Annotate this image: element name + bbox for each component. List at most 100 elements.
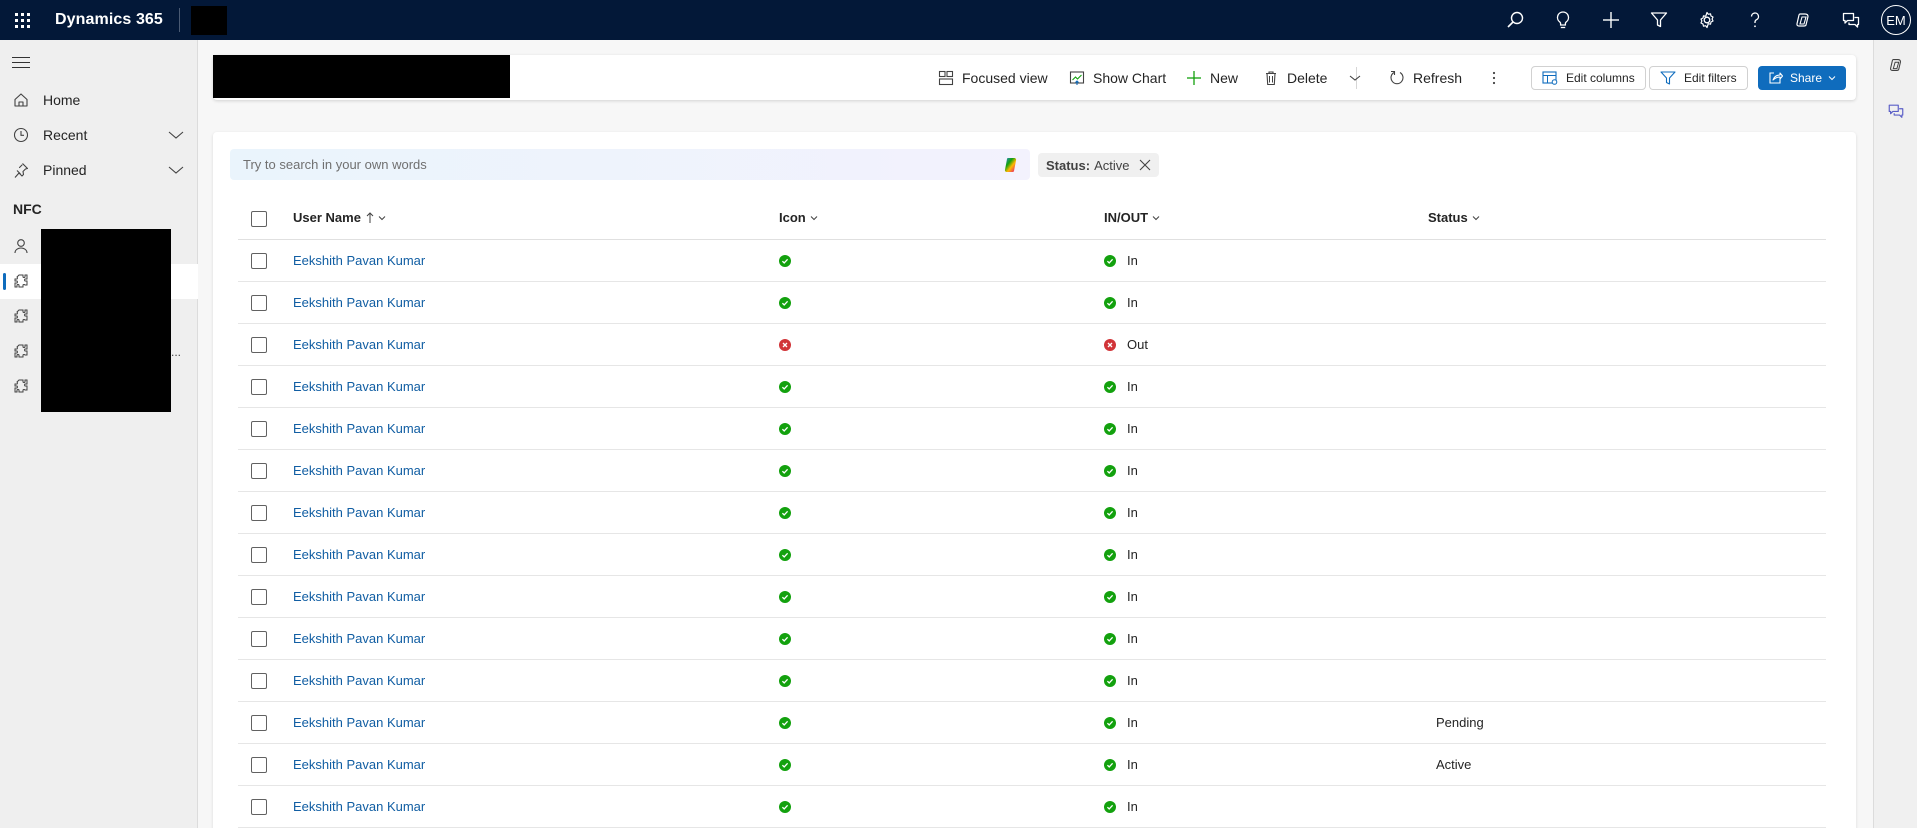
show-chart-button[interactable]: Show Chart xyxy=(1069,66,1166,90)
search-input[interactable] xyxy=(243,157,983,172)
in-out-cell: In xyxy=(1104,379,1138,394)
table-row[interactable]: Eekshith Pavan Kumar In xyxy=(238,450,1826,492)
table-row[interactable]: Eekshith Pavan Kumar In xyxy=(238,282,1826,324)
sidebar-item-recent[interactable]: Recent xyxy=(0,117,198,153)
check-circle-icon xyxy=(779,507,791,519)
check-circle-icon xyxy=(1104,380,1127,393)
copilot-icon[interactable] xyxy=(1887,56,1905,74)
user-name-link[interactable]: Eekshith Pavan Kumar xyxy=(293,463,425,478)
edit-columns-button[interactable]: Edit columns xyxy=(1531,66,1646,90)
row-checkbox[interactable] xyxy=(251,505,267,521)
user-name-link[interactable]: Eekshith Pavan Kumar xyxy=(293,799,425,814)
sidebar-item-label: Recent xyxy=(43,127,88,143)
advanced-filter-button[interactable] xyxy=(1635,0,1683,40)
row-checkbox[interactable] xyxy=(251,337,267,353)
new-button-global[interactable] xyxy=(1587,0,1635,40)
new-button[interactable]: New xyxy=(1186,66,1238,90)
user-avatar[interactable]: EM xyxy=(1881,5,1911,35)
row-checkbox[interactable] xyxy=(251,253,267,269)
hamburger-menu-button[interactable] xyxy=(12,57,30,72)
table-row[interactable]: Eekshith Pavan Kumar In xyxy=(238,492,1826,534)
delete-button[interactable]: Delete xyxy=(1263,66,1327,90)
table-row[interactable]: Eekshith Pavan Kumar In xyxy=(238,366,1826,408)
copilot-search-icon[interactable] xyxy=(1002,156,1020,174)
row-checkbox[interactable] xyxy=(251,463,267,479)
app-title[interactable]: Dynamics 365 xyxy=(55,11,163,29)
chevron-down-icon[interactable] xyxy=(168,128,184,144)
pin-icon xyxy=(13,162,29,178)
user-name-link[interactable]: Eekshith Pavan Kumar xyxy=(293,757,425,772)
help-button[interactable] xyxy=(1731,0,1779,40)
copilot-button[interactable] xyxy=(1779,0,1827,40)
chat-button[interactable] xyxy=(1827,0,1875,40)
more-options-button[interactable] xyxy=(1491,66,1505,90)
in-out-cell: In xyxy=(1104,463,1138,478)
user-name-link[interactable]: Eekshith Pavan Kumar xyxy=(293,715,425,730)
row-checkbox[interactable] xyxy=(251,589,267,605)
trash-icon xyxy=(1266,71,1276,86)
in-out-cell: In xyxy=(1104,715,1138,730)
row-checkbox[interactable] xyxy=(251,715,267,731)
user-name-link[interactable]: Eekshith Pavan Kumar xyxy=(293,673,425,688)
row-checkbox[interactable] xyxy=(251,631,267,647)
ideas-button[interactable] xyxy=(1539,0,1587,40)
check-circle-icon xyxy=(779,633,791,645)
column-header-icon[interactable]: Icon xyxy=(779,210,818,225)
row-checkbox[interactable] xyxy=(251,799,267,815)
share-icon xyxy=(1769,72,1783,84)
search-box[interactable] xyxy=(230,149,1030,180)
sidebar-item-label: Pinned xyxy=(43,162,87,178)
row-checkbox[interactable] xyxy=(251,379,267,395)
select-all-checkbox[interactable] xyxy=(251,211,267,227)
chevron-down-icon[interactable] xyxy=(168,163,184,179)
user-name-link[interactable]: Eekshith Pavan Kumar xyxy=(293,421,425,436)
table-row[interactable]: Eekshith Pavan Kumar Out xyxy=(238,324,1826,366)
table-row[interactable]: Eekshith Pavan Kumar In xyxy=(238,618,1826,660)
search-button[interactable] xyxy=(1491,0,1539,40)
in-out-value: In xyxy=(1127,463,1138,478)
table-row[interactable]: Eekshith Pavan Kumar In xyxy=(238,240,1826,282)
table-row[interactable]: Eekshith Pavan Kumar In xyxy=(238,534,1826,576)
user-name-link[interactable]: Eekshith Pavan Kumar xyxy=(293,337,425,352)
row-checkbox[interactable] xyxy=(251,673,267,689)
sidebar-item-home[interactable]: Home xyxy=(0,82,198,118)
close-icon[interactable] xyxy=(1139,159,1151,171)
app-launcher-button[interactable] xyxy=(0,0,44,40)
sidebar-item-pinned[interactable]: Pinned xyxy=(0,152,198,188)
column-header-user-name[interactable]: User Name xyxy=(293,210,386,225)
more-commands-dropdown[interactable] xyxy=(1348,66,1370,90)
check-circle-icon xyxy=(1104,590,1127,603)
table-row[interactable]: Eekshith Pavan Kumar In xyxy=(238,786,1826,828)
table-row[interactable]: Eekshith Pavan Kumar In xyxy=(238,660,1826,702)
status-filter-chip[interactable]: Status: Active xyxy=(1038,153,1160,177)
in-out-value: In xyxy=(1127,589,1138,604)
user-name-link[interactable]: Eekshith Pavan Kumar xyxy=(293,547,425,562)
check-circle-icon xyxy=(1104,800,1127,813)
row-checkbox[interactable] xyxy=(251,757,267,773)
lightbulb-icon xyxy=(1556,11,1570,29)
table-row[interactable]: Eekshith Pavan Kumar In xyxy=(238,576,1826,618)
user-name-link[interactable]: Eekshith Pavan Kumar xyxy=(293,589,425,604)
row-checkbox[interactable] xyxy=(251,421,267,437)
user-name-link[interactable]: Eekshith Pavan Kumar xyxy=(293,295,425,310)
user-name-link[interactable]: Eekshith Pavan Kumar xyxy=(293,631,425,646)
column-header-in-out[interactable]: IN/OUT xyxy=(1104,210,1160,225)
table-row[interactable]: Eekshith Pavan Kumar In Active xyxy=(238,744,1826,786)
table-row[interactable]: Eekshith Pavan Kumar In Pending xyxy=(238,702,1826,744)
edit-filters-button[interactable]: Edit filters xyxy=(1649,66,1748,90)
user-name-link[interactable]: Eekshith Pavan Kumar xyxy=(293,253,425,268)
refresh-button[interactable]: Refresh xyxy=(1389,66,1462,90)
chat-icon[interactable] xyxy=(1887,102,1905,120)
share-button[interactable]: Share xyxy=(1758,66,1846,90)
check-circle-icon xyxy=(779,591,791,603)
row-checkbox[interactable] xyxy=(251,295,267,311)
settings-button[interactable] xyxy=(1683,0,1731,40)
check-circle-icon xyxy=(1104,758,1127,771)
table-row[interactable]: Eekshith Pavan Kumar In xyxy=(238,408,1826,450)
user-name-link[interactable]: Eekshith Pavan Kumar xyxy=(293,379,425,394)
row-checkbox[interactable] xyxy=(251,547,267,563)
in-out-value: In xyxy=(1127,547,1138,562)
column-header-status[interactable]: Status xyxy=(1428,210,1480,225)
focused-view-button[interactable]: Focused view xyxy=(938,66,1048,90)
user-name-link[interactable]: Eekshith Pavan Kumar xyxy=(293,505,425,520)
